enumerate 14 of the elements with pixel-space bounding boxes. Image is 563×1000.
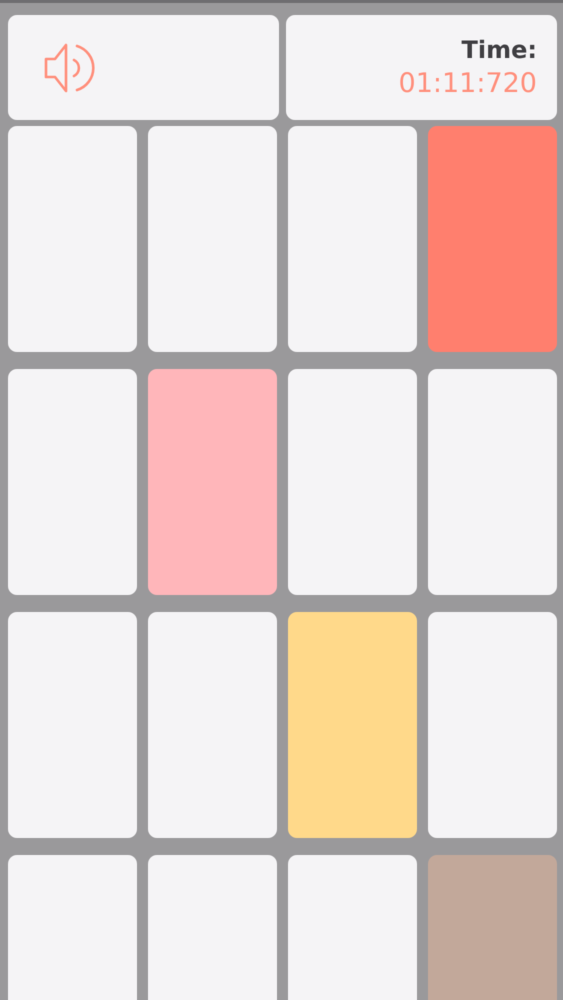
- tile[interactable]: [8, 612, 137, 838]
- tile[interactable]: [288, 369, 417, 595]
- tile[interactable]: [8, 126, 137, 352]
- tile[interactable]: [148, 369, 277, 595]
- tile[interactable]: [148, 612, 277, 838]
- tile[interactable]: [288, 612, 417, 838]
- time-value: 01:11:720: [398, 68, 537, 99]
- tile[interactable]: [288, 126, 417, 352]
- tile[interactable]: [428, 612, 557, 838]
- time-label: Time:: [462, 36, 537, 64]
- tile[interactable]: [428, 126, 557, 352]
- tile[interactable]: [8, 369, 137, 595]
- tile[interactable]: [428, 369, 557, 595]
- tile[interactable]: [148, 126, 277, 352]
